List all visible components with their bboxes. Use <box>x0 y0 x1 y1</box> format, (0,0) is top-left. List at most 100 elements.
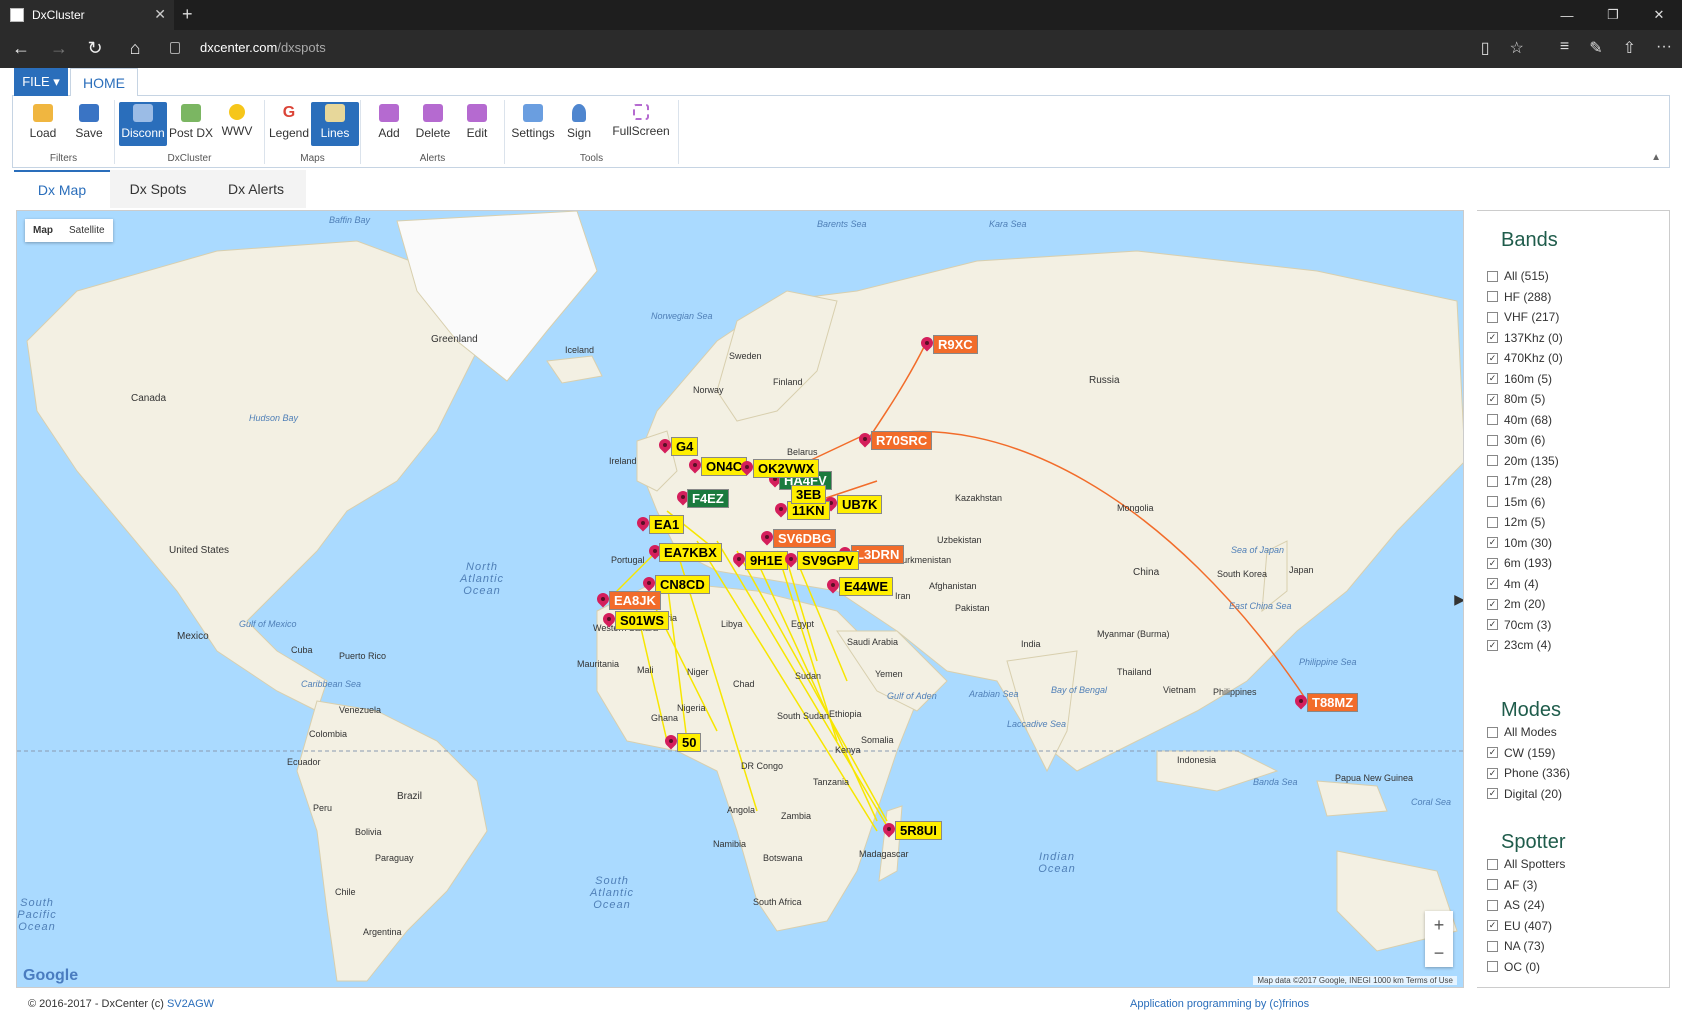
filter-option[interactable]: OC (0) <box>1487 960 1540 974</box>
favorite-star-icon[interactable]: ☆ <box>1510 38 1524 58</box>
tab-dx-map[interactable]: Dx Map <box>14 170 110 208</box>
checkbox-icon[interactable] <box>1487 899 1498 911</box>
filter-option[interactable]: 40m (68) <box>1487 413 1552 427</box>
checkbox-checked-icon[interactable]: ✓ <box>1487 393 1498 405</box>
refresh-icon[interactable]: ↻ <box>80 38 110 59</box>
close-window-icon[interactable]: ✕ <box>1636 0 1682 30</box>
close-tab-icon[interactable]: ✕ <box>154 6 166 23</box>
checkbox-icon[interactable] <box>1487 496 1498 507</box>
lines-button[interactable]: Lines <box>311 102 359 146</box>
checkbox-icon[interactable] <box>1487 270 1498 282</box>
checkbox-checked-icon[interactable]: ✓ <box>1487 619 1498 630</box>
spot-pin-icon[interactable] <box>859 433 871 449</box>
spot-pin-icon[interactable] <box>659 439 671 455</box>
spot-label[interactable]: E44WE <box>839 577 894 596</box>
checkbox-checked-icon[interactable]: ✓ <box>1487 920 1498 931</box>
post-dx-button[interactable]: Post DX <box>167 102 215 146</box>
filter-option[interactable]: ✓ 70cm (3) <box>1487 618 1551 632</box>
checkbox-checked-icon[interactable]: ✓ <box>1487 747 1498 758</box>
map-type-map-button[interactable]: Map <box>25 219 61 242</box>
spot-pin-icon[interactable] <box>1295 695 1307 711</box>
load-button[interactable]: Load <box>19 102 67 146</box>
spot-label[interactable]: 3EB <box>791 485 827 504</box>
filter-option[interactable]: AF (3) <box>1487 878 1537 892</box>
spot-label[interactable]: OK2VWX <box>753 459 820 478</box>
collapse-ribbon-icon[interactable]: ▲ <box>1651 152 1661 163</box>
save-button[interactable]: Save <box>65 102 113 146</box>
checkbox-checked-icon[interactable]: ✓ <box>1487 788 1498 799</box>
filter-option[interactable]: ✓ CW (159) <box>1487 746 1555 760</box>
edit-alert-button[interactable]: Edit <box>453 102 501 146</box>
wwv-button[interactable]: WWV <box>213 102 261 146</box>
filter-option[interactable]: ✓ Phone (336) <box>1487 766 1570 780</box>
new-tab-icon[interactable]: + <box>182 4 193 25</box>
spot-label[interactable]: SV6DBG <box>773 529 837 548</box>
zoom-in-button[interactable]: + <box>1425 911 1453 939</box>
checkbox-icon[interactable] <box>1487 940 1498 952</box>
filter-option[interactable]: All Spotters <box>1487 857 1565 871</box>
filter-option[interactable]: ✓ 137Khz (0) <box>1487 331 1563 345</box>
hub-icon[interactable]: ≡ <box>1560 38 1569 58</box>
checkbox-checked-icon[interactable]: ✓ <box>1487 557 1498 569</box>
spot-pin-icon[interactable] <box>775 503 787 519</box>
spot-label[interactable]: 9H1E <box>745 551 788 570</box>
filter-option[interactable]: ✓ 10m (30) <box>1487 536 1552 550</box>
spot-label[interactable]: G4 <box>671 437 699 456</box>
spot-pin-icon[interactable] <box>883 823 895 839</box>
add-alert-button[interactable]: Add <box>365 102 413 146</box>
filter-option[interactable]: ✓ 80m (5) <box>1487 392 1545 406</box>
spot-pin-icon[interactable] <box>603 613 615 629</box>
spot-label[interactable]: R9XC <box>933 335 978 354</box>
filter-option[interactable]: All (515) <box>1487 269 1549 283</box>
spot-pin-icon[interactable] <box>597 593 609 609</box>
checkbox-icon[interactable] <box>1487 311 1498 323</box>
checkbox-checked-icon[interactable]: ✓ <box>1487 639 1498 651</box>
spot-label[interactable]: F4EZ <box>687 489 729 508</box>
toggle-sidebar-icon[interactable]: ▶ <box>1454 591 1463 608</box>
checkbox-icon[interactable] <box>1487 726 1498 738</box>
filter-option[interactable]: VHF (217) <box>1487 310 1559 324</box>
spot-pin-icon[interactable] <box>827 579 839 595</box>
minimize-icon[interactable]: — <box>1544 0 1590 30</box>
more-icon[interactable]: ··· <box>1656 38 1672 58</box>
checkbox-icon[interactable] <box>1487 291 1498 302</box>
legend-button[interactable]: G Legend <box>265 102 313 146</box>
spot-label[interactable]: UB7K <box>837 495 883 514</box>
filter-option[interactable]: NA (73) <box>1487 939 1545 953</box>
spot-pin-icon[interactable] <box>689 459 701 475</box>
filter-option[interactable]: ✓ 470Khz (0) <box>1487 351 1563 365</box>
web-note-icon[interactable]: ✎ <box>1589 38 1602 58</box>
filter-option[interactable]: All Modes <box>1487 725 1557 739</box>
spot-label[interactable]: R70SRC <box>871 431 933 450</box>
delete-alert-button[interactable]: Delete <box>409 102 457 146</box>
spot-pin-icon[interactable] <box>921 337 933 353</box>
filter-option[interactable]: ✓ 4m (4) <box>1487 577 1539 591</box>
zoom-out-button[interactable]: − <box>1425 939 1453 967</box>
home-icon[interactable]: ⌂ <box>120 38 150 59</box>
spot-label[interactable]: 50 <box>677 733 702 752</box>
map-type-satellite-button[interactable]: Satellite <box>61 219 113 242</box>
spot-pin-icon[interactable] <box>785 553 797 569</box>
checkbox-checked-icon[interactable]: ✓ <box>1487 373 1498 384</box>
filter-option[interactable]: ✓ Digital (20) <box>1487 787 1562 801</box>
disconnect-button[interactable]: Disconn <box>119 102 167 146</box>
back-icon[interactable]: ← <box>6 38 36 59</box>
spot-label[interactable]: T88MZ <box>1307 693 1359 712</box>
filter-option[interactable]: ✓ 2m (20) <box>1487 597 1545 611</box>
spot-label[interactable]: EA8JK <box>609 591 661 610</box>
dx-map[interactable]: Map Satellite Greenland Iceland Canada U… <box>16 210 1464 988</box>
checkbox-checked-icon[interactable]: ✓ <box>1487 352 1498 364</box>
checkbox-icon[interactable] <box>1487 879 1498 890</box>
checkbox-icon[interactable] <box>1487 414 1498 425</box>
spot-pin-icon[interactable] <box>761 531 773 547</box>
settings-button[interactable]: Settings <box>509 102 557 146</box>
spot-label[interactable]: EA7KBX <box>659 543 722 562</box>
spot-label[interactable]: SV9GPV <box>797 551 860 570</box>
spot-label[interactable]: S01WS <box>615 611 670 630</box>
reading-view-icon[interactable]: ▯ <box>1481 38 1490 58</box>
sign-button[interactable]: Sign <box>555 102 603 146</box>
checkbox-checked-icon[interactable]: ✓ <box>1487 598 1498 610</box>
checkbox-checked-icon[interactable]: ✓ <box>1487 767 1498 779</box>
file-tab[interactable]: FILE ▾ <box>14 68 68 96</box>
restore-icon[interactable]: ❐ <box>1590 0 1636 30</box>
